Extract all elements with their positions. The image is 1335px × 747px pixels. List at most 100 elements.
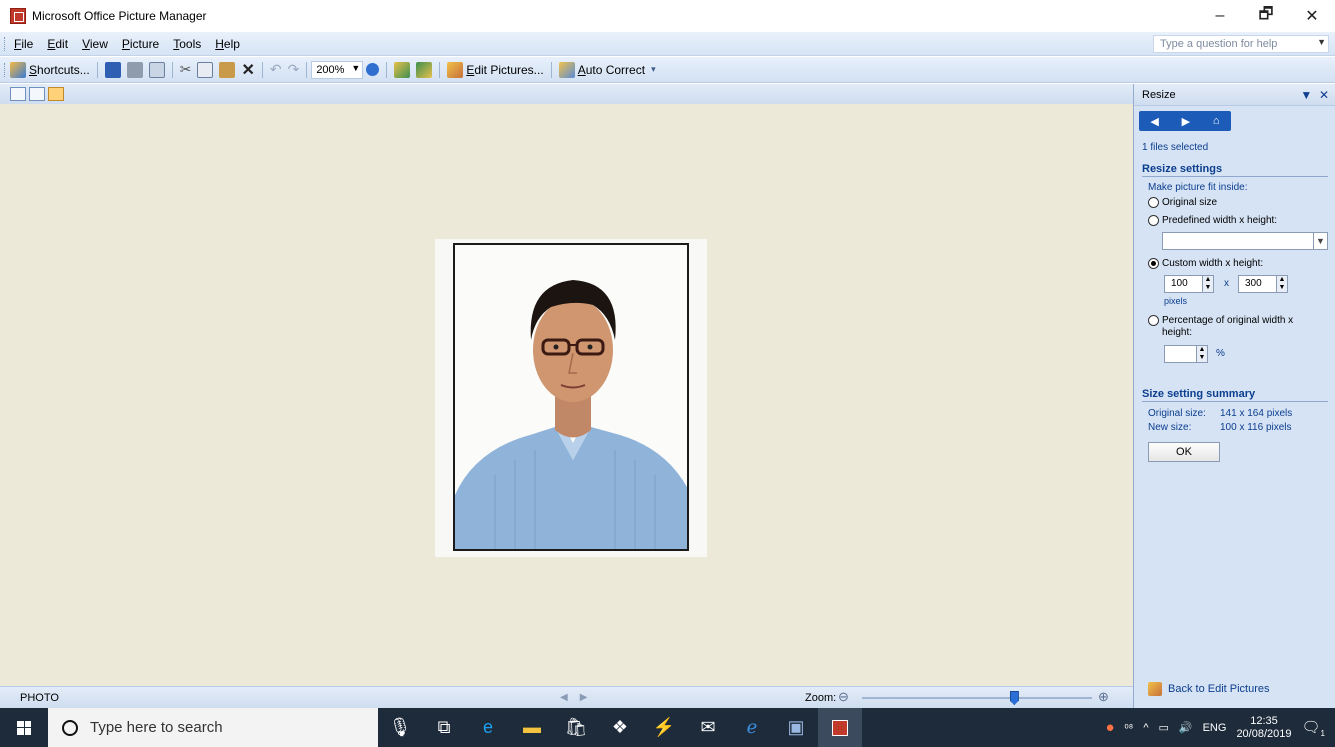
percentage-input[interactable]: ▲ ▼ bbox=[1164, 345, 1208, 363]
mail-icon[interactable]: ✉ bbox=[686, 708, 730, 747]
task-pane-controls[interactable]: ▼ ✕ bbox=[1300, 88, 1329, 102]
toolbar-options-button[interactable]: ▾ bbox=[648, 60, 659, 80]
notifications-icon[interactable]: 🗨1 bbox=[1302, 718, 1326, 738]
notification-count: 1 bbox=[1320, 728, 1325, 738]
filmstrip-view-button[interactable] bbox=[29, 87, 45, 101]
back-to-edit-pictures-link[interactable]: Back to Edit Pictures bbox=[1148, 682, 1270, 696]
close-button[interactable]: ✕ bbox=[1289, 0, 1335, 32]
save-button[interactable] bbox=[102, 60, 124, 80]
thumbnail-view-button[interactable] bbox=[10, 87, 26, 101]
chevron-down-icon[interactable]: ▼ bbox=[1300, 88, 1312, 102]
shortcuts-button[interactable]: Shortcuts... bbox=[7, 60, 93, 80]
app-lightning-icon[interactable]: ⚡ bbox=[642, 708, 686, 747]
radio-custom[interactable] bbox=[1148, 258, 1159, 269]
zoom-combo[interactable]: 200% ▼ bbox=[311, 60, 364, 79]
people-icon[interactable]: ᵒ⁸ bbox=[1125, 722, 1134, 734]
ok-button[interactable]: OK bbox=[1148, 442, 1220, 462]
rotate-left-button[interactable] bbox=[391, 60, 413, 80]
help-button[interactable] bbox=[363, 60, 382, 80]
system-tray: ● ᵒ⁸ ^ ▭ 🔊 ENG 12:35 20/08/2019 🗨1 bbox=[1105, 708, 1335, 747]
predefined-size-select[interactable]: ▼ bbox=[1162, 232, 1328, 250]
office-app-icon[interactable]: ▣ bbox=[774, 708, 818, 747]
picture-canvas bbox=[0, 104, 1133, 686]
help-icon bbox=[366, 63, 380, 76]
clock[interactable]: 12:35 20/08/2019 bbox=[1236, 715, 1291, 741]
undo-button[interactable]: ↶ bbox=[267, 60, 285, 80]
rotate-right-button[interactable] bbox=[413, 60, 435, 80]
delete-button[interactable]: ✕ bbox=[238, 60, 257, 80]
radio-original-size[interactable] bbox=[1148, 197, 1159, 208]
radio-percentage[interactable] bbox=[1148, 315, 1159, 326]
start-button[interactable] bbox=[0, 708, 48, 747]
width-spinner[interactable]: ▲ ▼ bbox=[1202, 276, 1213, 292]
custom-width-input[interactable]: 100 ▲ ▼ bbox=[1164, 275, 1214, 293]
height-spinner[interactable]: ▲ ▼ bbox=[1276, 276, 1287, 292]
forward-arrow-icon[interactable]: ▶ bbox=[1182, 115, 1190, 128]
pixels-unit: pixels bbox=[1164, 296, 1188, 306]
back-link-label: Back to Edit Pictures bbox=[1168, 683, 1270, 695]
menu-tools[interactable]: Tools bbox=[166, 37, 208, 51]
home-icon[interactable]: ⌂ bbox=[1213, 115, 1220, 127]
fit-inside-label: Make picture fit inside: bbox=[1148, 182, 1248, 193]
menu-edit[interactable]: Edit bbox=[40, 37, 75, 51]
picture-manager-taskbar-icon[interactable] bbox=[818, 708, 862, 747]
zoom-label: Zoom: bbox=[805, 691, 837, 704]
menu-help[interactable]: Help bbox=[208, 37, 247, 51]
photo-image[interactable] bbox=[435, 239, 707, 557]
previous-icon[interactable]: ◀ bbox=[560, 692, 580, 703]
maximize-button[interactable]: 🗗 bbox=[1243, 0, 1289, 32]
edge-browser-icon[interactable]: e bbox=[466, 708, 510, 747]
microphone-icon[interactable]: 🎙 bbox=[378, 708, 422, 747]
help-search-box[interactable]: Type a question for help ▼ bbox=[1153, 35, 1329, 53]
chevron-down-icon[interactable]: ▼ bbox=[1313, 233, 1327, 249]
zoom-out-icon[interactable]: ⊖ bbox=[838, 689, 849, 705]
file-explorer-icon[interactable]: ▬ bbox=[510, 708, 554, 747]
resize-settings-heading: Resize settings bbox=[1142, 163, 1223, 175]
chevron-down-icon[interactable]: ▼ bbox=[351, 63, 360, 73]
close-icon[interactable]: ✕ bbox=[1319, 88, 1329, 102]
app-tray-icon[interactable]: ● bbox=[1105, 719, 1114, 736]
copy-button[interactable] bbox=[194, 60, 216, 80]
redo-button[interactable]: ↷ bbox=[285, 60, 303, 80]
internet-explorer-icon[interactable]: ℯ bbox=[730, 708, 774, 747]
menu-picture[interactable]: Picture bbox=[115, 37, 166, 51]
title-bar: Microsoft Office Picture Manager – 🗗 ✕ bbox=[0, 0, 1335, 32]
network-icon[interactable]: ▭ bbox=[1158, 721, 1168, 734]
help-placeholder: Type a question for help bbox=[1160, 38, 1278, 50]
zoom-slider-thumb[interactable] bbox=[1009, 691, 1019, 705]
single-picture-view-button[interactable] bbox=[48, 87, 64, 101]
menu-file[interactable]: File bbox=[7, 37, 40, 51]
standard-toolbar: Shortcuts... ✂ ✕ ↶ ↷ 200% ▼ Edit Picture… bbox=[0, 57, 1335, 83]
dropbox-icon[interactable]: ❖ bbox=[598, 708, 642, 747]
taskbar-search-box[interactable]: Type here to search bbox=[48, 708, 378, 747]
zoom-in-icon[interactable]: ⊕ bbox=[1098, 689, 1109, 705]
percent-sign: % bbox=[1216, 348, 1225, 359]
zoom-slider[interactable] bbox=[862, 691, 1092, 705]
task-view-icon[interactable]: ⧉ bbox=[422, 708, 466, 747]
menu-view[interactable]: View bbox=[75, 37, 115, 51]
radio-predefined[interactable] bbox=[1148, 215, 1159, 226]
percentage-label: Percentage of original width x height: bbox=[1162, 315, 1294, 338]
back-arrow-icon[interactable]: ◀ bbox=[1150, 115, 1158, 128]
volume-icon[interactable]: 🔊 bbox=[1179, 721, 1193, 734]
scissors-icon: ✂ bbox=[179, 61, 192, 77]
custom-height-input[interactable]: 300 ▲ ▼ bbox=[1238, 275, 1288, 293]
next-icon[interactable]: ▶ bbox=[580, 692, 600, 703]
language-indicator[interactable]: ENG bbox=[1203, 722, 1227, 734]
paste-button[interactable] bbox=[216, 60, 238, 80]
original-size-label: Original size bbox=[1162, 197, 1218, 208]
shortcuts-label: Shortcuts... bbox=[29, 62, 90, 77]
picture-navigation[interactable]: ◀▶ bbox=[560, 692, 599, 703]
print-button[interactable] bbox=[124, 60, 146, 80]
chevron-up-icon[interactable]: ^ bbox=[1143, 722, 1148, 734]
edit-pictures-button[interactable]: Edit Pictures... bbox=[444, 60, 546, 80]
auto-correct-button[interactable]: Auto Correct bbox=[556, 60, 648, 80]
cortana-icon bbox=[62, 719, 78, 736]
chevron-down-icon[interactable]: ▼ bbox=[1317, 37, 1326, 47]
store-icon[interactable]: 🛍 bbox=[554, 708, 598, 747]
email-button[interactable] bbox=[146, 60, 168, 80]
minimize-button[interactable]: – bbox=[1197, 0, 1243, 32]
cut-button[interactable]: ✂ bbox=[177, 60, 195, 80]
shortcuts-icon bbox=[10, 61, 26, 78]
percentage-spinner[interactable]: ▲ ▼ bbox=[1196, 346, 1207, 362]
